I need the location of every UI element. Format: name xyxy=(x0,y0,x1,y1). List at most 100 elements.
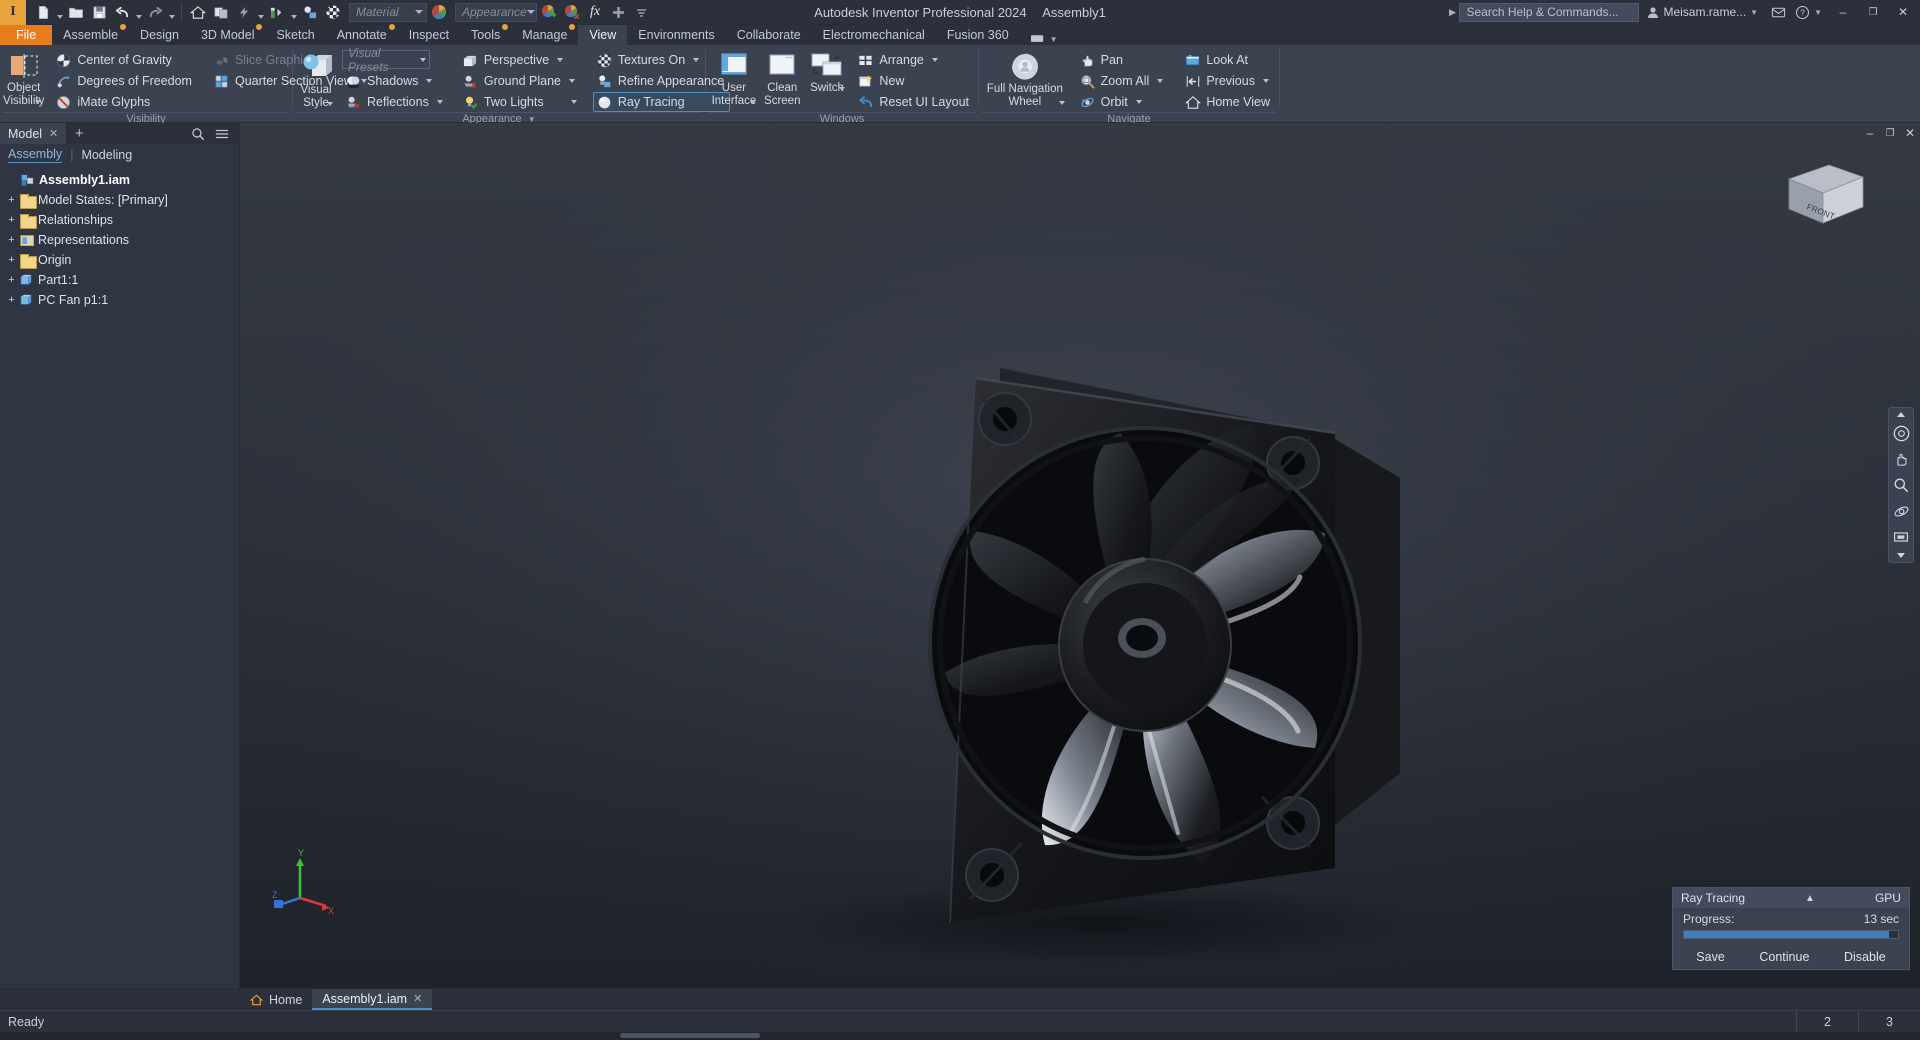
document-tab-assembly1[interactable]: Assembly1.iam ✕ xyxy=(312,989,433,1010)
home-view-button[interactable]: Home View xyxy=(1181,92,1276,112)
appearance-color-wheel-icon[interactable] xyxy=(428,2,450,23)
user-account-menu[interactable]: Meisam.rame... ▼ xyxy=(1639,5,1766,19)
two-lights-dropdown-icon[interactable] xyxy=(571,100,577,104)
orbit-button[interactable]: Orbit xyxy=(1076,92,1170,112)
update-dropdown-icon[interactable] xyxy=(256,2,265,23)
arrange-button[interactable]: Arrange xyxy=(854,50,975,70)
new-file-icon[interactable] xyxy=(32,2,54,23)
browser-tab-model[interactable]: Model ✕ xyxy=(0,123,67,144)
new-file-dropdown-icon[interactable] xyxy=(55,2,64,23)
ribbon-chevron-down-icon[interactable]: ▼ xyxy=(1050,35,1058,44)
ribbon-tab-file[interactable]: File xyxy=(0,25,53,45)
tree-item-model-states[interactable]: + Model States: [Primary] xyxy=(4,190,239,210)
center-of-gravity-button[interactable]: Center of Gravity xyxy=(52,50,198,70)
redo-icon[interactable] xyxy=(144,2,166,23)
viewport-maximize-button[interactable]: ❐ xyxy=(1880,123,1900,143)
help-chevron-down-icon[interactable]: ▼ xyxy=(1814,8,1822,17)
viewport-close-button[interactable]: ✕ xyxy=(1900,123,1920,143)
ray-tracing-panel[interactable]: Ray Tracing ▲ GPU Progress: 13 sec Save … xyxy=(1672,887,1910,970)
look-at-tool-icon[interactable] xyxy=(1891,527,1911,547)
visual-style-dropdown-icon[interactable] xyxy=(327,102,333,106)
ribbon-tab-annotate[interactable]: Annotate xyxy=(326,24,398,45)
ribbon-tab-assemble[interactable]: Assemble xyxy=(52,24,129,45)
ray-tracing-collapse-icon[interactable]: ▲ xyxy=(1805,893,1815,904)
tree-item-origin[interactable]: + Origin xyxy=(4,250,239,270)
expand-icon[interactable]: + xyxy=(6,214,17,226)
minimize-button[interactable]: – xyxy=(1828,0,1858,25)
zoom-all-dropdown-icon[interactable] xyxy=(1157,79,1163,83)
zoom-tool-icon[interactable] xyxy=(1891,475,1911,495)
expand-icon[interactable]: + xyxy=(6,274,17,286)
home-icon[interactable] xyxy=(187,2,209,23)
full-navigation-wheel-button[interactable]: Full Navigation Wheel xyxy=(982,49,1068,109)
reflections-dropdown-icon[interactable] xyxy=(437,100,443,104)
qat-overflow-icon[interactable] xyxy=(630,2,652,23)
search-expand-icon[interactable]: ▶ xyxy=(1445,7,1459,18)
ribbon-tab-view[interactable]: View xyxy=(578,25,628,45)
save-icon[interactable] xyxy=(88,2,110,23)
user-interface-dropdown-icon[interactable] xyxy=(750,100,756,104)
appearance-chevron-down-icon[interactable] xyxy=(527,10,535,14)
shadows-button[interactable]: Shadows xyxy=(342,71,449,91)
add-icon[interactable] xyxy=(607,2,629,23)
browser-filter-modeling[interactable]: Modeling xyxy=(81,148,132,162)
checker-texture-icon[interactable] xyxy=(322,2,344,23)
inventor-logo-icon[interactable]: I xyxy=(0,0,26,25)
clean-screen-button[interactable]: Clean Screen xyxy=(761,49,804,108)
tree-item-part1[interactable]: + Part1:1 xyxy=(4,270,239,290)
open-file-icon[interactable] xyxy=(65,2,87,23)
bottom-scroll-strip[interactable] xyxy=(0,1032,1920,1040)
ribbon-tab-environments[interactable]: Environments xyxy=(627,25,725,45)
help-icon[interactable]: ? xyxy=(1790,0,1814,25)
nav-scroll-up-icon[interactable] xyxy=(1897,412,1905,417)
ray-tracing-disable-button[interactable]: Disable xyxy=(1836,948,1894,966)
pan-button[interactable]: Pan xyxy=(1076,50,1170,70)
tree-item-pc-fan[interactable]: + PC Fan p1:1 xyxy=(4,290,239,310)
arrange-dropdown-icon[interactable] xyxy=(932,58,938,62)
object-visibility-dropdown-icon[interactable] xyxy=(35,100,41,104)
previous-view-dropdown-icon[interactable] xyxy=(1263,79,1269,83)
browser-filter-assembly[interactable]: Assembly xyxy=(8,147,63,163)
orbit-tool-icon[interactable] xyxy=(1891,501,1911,521)
update-icon[interactable] xyxy=(233,2,255,23)
perspective-button[interactable]: Perspective xyxy=(459,50,583,70)
ribbon-tab-sketch[interactable]: Sketch xyxy=(265,25,325,45)
document-tab-home[interactable]: Home xyxy=(240,989,312,1010)
ribbon-tab-collaborate[interactable]: Collaborate xyxy=(726,25,812,45)
scroll-thumb[interactable] xyxy=(620,1033,760,1038)
appearance-swatch-icon[interactable] xyxy=(299,2,321,23)
visual-presets-chevron-down-icon[interactable] xyxy=(420,58,426,62)
switch-windows-button[interactable]: Switch xyxy=(806,49,849,95)
ground-plane-button[interactable]: Ground Plane xyxy=(459,71,583,91)
switch-windows-dropdown-icon[interactable] xyxy=(839,87,845,91)
steering-wheel-icon[interactable] xyxy=(1891,423,1911,443)
two-lights-button[interactable]: Two Lights xyxy=(459,92,583,112)
imate-glyphs-button[interactable]: iMate Glyphs xyxy=(52,92,198,112)
zoom-all-button[interactable]: Zoom All xyxy=(1076,71,1170,91)
look-at-button[interactable]: Look At xyxy=(1181,50,1276,70)
visual-presets-selector[interactable]: Visual Presets xyxy=(342,46,430,74)
material-dropdown-icon[interactable] xyxy=(289,2,298,23)
ground-plane-dropdown-icon[interactable] xyxy=(569,79,575,83)
material-swatch-icon[interactable] xyxy=(266,2,288,23)
close-icon[interactable]: ✕ xyxy=(413,992,422,1005)
full-navigation-wheel-dropdown-icon[interactable] xyxy=(1059,101,1065,105)
textures-on-dropdown-icon[interactable] xyxy=(693,58,699,62)
ribbon-tab-manage[interactable]: Manage xyxy=(511,24,578,45)
expand-icon[interactable]: + xyxy=(6,254,17,266)
reset-ui-layout-button[interactable]: Reset UI Layout xyxy=(854,92,975,112)
close-button[interactable]: ✕ xyxy=(1888,0,1918,25)
previous-view-button[interactable]: Previous xyxy=(1181,71,1276,91)
ribbon-tab-inspect[interactable]: Inspect xyxy=(398,25,460,45)
ribbon-overflow[interactable]: ▼ xyxy=(1020,33,1058,45)
expand-icon[interactable]: + xyxy=(6,234,17,246)
graphics-viewport[interactable]: – ❐ ✕ FRONT Y X Z Ray Tracing ▲ GPU Prog… xyxy=(240,123,1920,988)
tree-item-assembly1[interactable]: Assembly1.iam xyxy=(4,170,239,190)
expand-icon[interactable]: + xyxy=(6,294,17,306)
ray-tracing-save-button[interactable]: Save xyxy=(1688,948,1733,966)
tree-item-relationships[interactable]: + Relationships xyxy=(4,210,239,230)
orbit-dropdown-icon[interactable] xyxy=(1136,100,1142,104)
ray-tracing-continue-button[interactable]: Continue xyxy=(1751,948,1817,966)
user-chevron-down-icon[interactable]: ▼ xyxy=(1750,8,1758,17)
perspective-dropdown-icon[interactable] xyxy=(557,58,563,62)
